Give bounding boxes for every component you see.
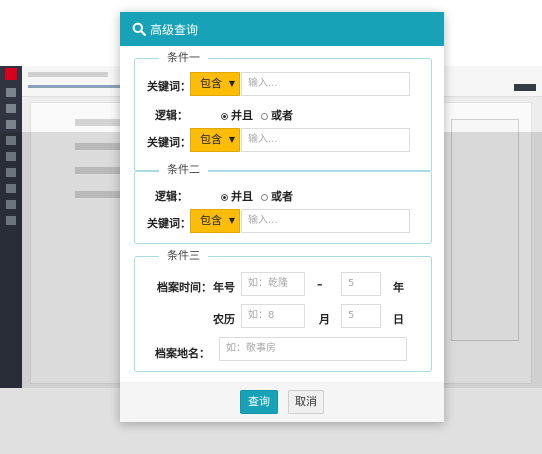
match-type-dropdown[interactable]: 包含 ▼ [190, 209, 240, 233]
app-logo [5, 68, 17, 80]
radio-checked-icon [221, 113, 228, 120]
keyword-input[interactable]: 输入... [241, 72, 410, 96]
keyword-label: 关键词： [147, 136, 191, 149]
caret-down-icon: ▼ [228, 216, 235, 225]
archive-time-label: 档案时间： [157, 281, 212, 294]
lunar-label: 农历 [213, 313, 235, 326]
radio-unchecked-icon [261, 194, 268, 201]
radio-checked-icon [221, 194, 228, 201]
caret-down-icon: ▼ [228, 135, 235, 144]
search-icon [132, 22, 146, 36]
search-button[interactable]: 查询 [240, 390, 278, 414]
sidebar-icon [6, 88, 16, 97]
radio-unchecked-icon [261, 113, 268, 120]
condition-2-legend: 条件二 [159, 163, 208, 177]
logic-or-radio[interactable]: 或者 [261, 107, 293, 123]
month-input[interactable]: 如：8 [241, 304, 305, 328]
dialog-header: 高级查询 [120, 12, 444, 46]
archive-place-label: 档案地名： [155, 347, 210, 360]
reign-label: 年号 [213, 281, 235, 294]
condition-group-1: 条件一 关键词： 包含 ▼ 输入... 逻辑： 并且 或者 关键词： 包含 ▼ … [134, 51, 432, 172]
logic-or-radio[interactable]: 或者 [261, 188, 293, 204]
range-dash: – [317, 278, 323, 291]
day-unit: 日 [393, 313, 404, 326]
dialog-title: 高级查询 [150, 23, 199, 37]
match-type-dropdown[interactable]: 包含 ▼ [190, 128, 240, 152]
condition-group-2: 条件二 逻辑： 并且 或者 关键词： 包含 ▼ 输入... [134, 163, 432, 244]
condition-group-3: 条件三 档案时间： 年号 如：乾隆 – 5 年 农历 如：8 月 5 日 档案地… [134, 249, 432, 372]
logic-label: 逻辑： [155, 109, 188, 122]
match-type-dropdown[interactable]: 包含 ▼ [190, 72, 240, 96]
sidebar-icon [6, 120, 16, 129]
day-input[interactable]: 5 [341, 304, 381, 328]
logic-and-radio[interactable]: 并且 [221, 107, 253, 123]
keyword-label: 关键词： [147, 80, 191, 93]
condition-1-legend: 条件一 [159, 51, 208, 65]
archive-place-input[interactable]: 如：敬事房 [219, 337, 407, 361]
keyword-input[interactable]: 输入... [241, 209, 410, 233]
sidebar-icon [6, 104, 16, 113]
logic-label: 逻辑： [155, 190, 188, 203]
year-unit: 年 [393, 281, 404, 294]
caret-down-icon: ▼ [228, 79, 235, 88]
dialog-footer: 查询 取消 [120, 382, 444, 422]
year-number-input[interactable]: 5 [341, 272, 381, 296]
condition-3-legend: 条件三 [159, 249, 208, 263]
cancel-button[interactable]: 取消 [288, 390, 324, 414]
reign-input[interactable]: 如：乾隆 [241, 272, 305, 296]
keyword-label: 关键词： [147, 217, 191, 230]
logic-and-radio[interactable]: 并且 [221, 188, 253, 204]
month-unit: 月 [319, 313, 330, 326]
advanced-search-dialog: 高级查询 条件一 关键词： 包含 ▼ 输入... 逻辑： 并且 或者 关键词： … [120, 12, 444, 422]
keyword-input[interactable]: 输入... [241, 128, 410, 152]
